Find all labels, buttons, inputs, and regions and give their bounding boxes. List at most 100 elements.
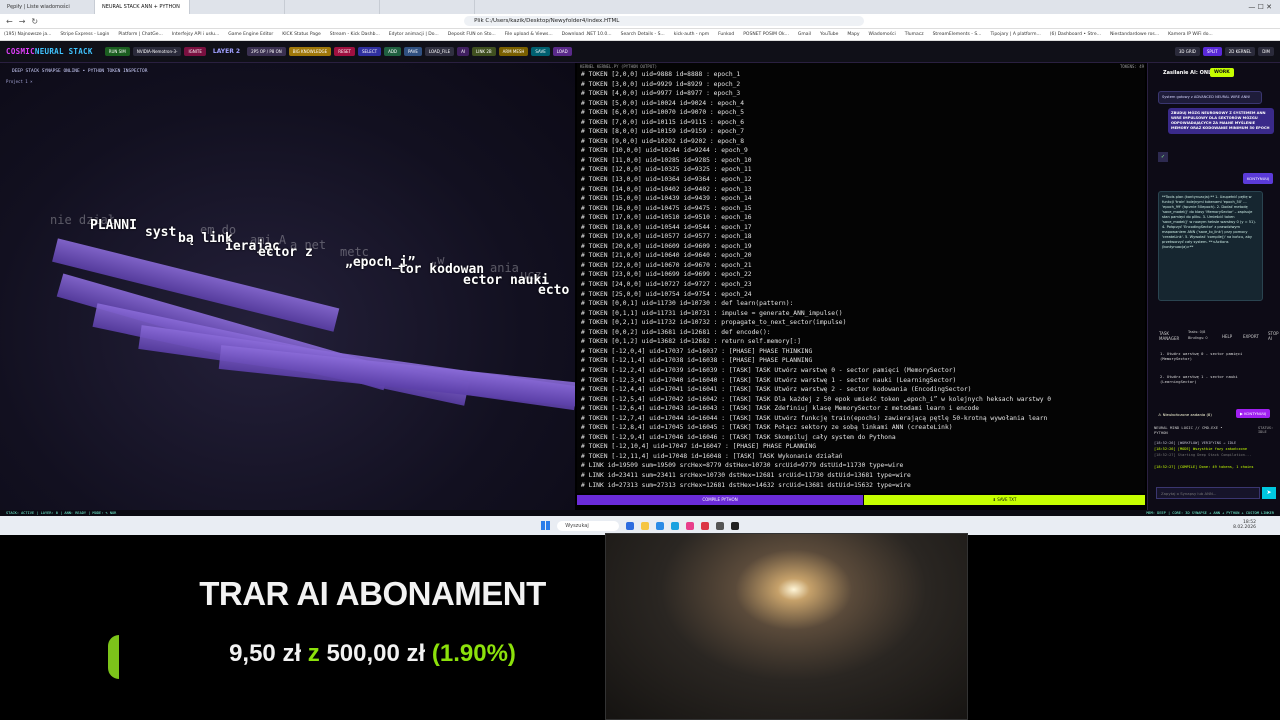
view-button-2d-kernel[interactable]: 2D KERNEL [1224,47,1256,56]
console-line: # TOKEN [-12,0,4] uid=17037 id=16037 : [… [581,347,813,355]
toolbar-button-reset[interactable]: RESET [334,47,356,56]
toolbar-button-add[interactable]: ADD [384,47,401,56]
browser-tab-bar: Pępiły | Liste wiadomości NEURAL STACK A… [0,0,1280,14]
toolbar-button-select[interactable]: SELECT [358,47,382,56]
project-tab[interactable]: Project 1 × [6,79,33,84]
view-button-split[interactable]: SPLIT [1202,47,1222,56]
chat-input[interactable] [1156,487,1260,499]
bookmark-item[interactable]: YouTube [820,32,838,37]
bookmark-item[interactable]: KICK Status Page [282,32,320,37]
bookmark-item[interactable]: Tipojary | A platform... [990,32,1040,37]
window-controls[interactable]: — ☐ ✕ [1240,3,1280,11]
token-label-faded: ania [490,261,519,275]
save-txt-button[interactable]: ⬇ SAVE TXT [864,495,1145,505]
taskbar-search[interactable]: Wyszukaj [557,520,619,531]
bookmark-item[interactable]: Download .NET 10.0... [562,32,612,37]
export-button[interactable]: EXPORT [1243,334,1259,339]
terminal-icon[interactable] [730,521,739,530]
browser-tab[interactable] [285,0,380,14]
continue-button[interactable]: KONTYNUUJ [1243,173,1274,184]
toolbar-button-load[interactable]: LOAD [552,47,572,56]
app-brand: COSMICNEURAL STACK [6,47,93,56]
toolbar-button-ai[interactable]: AI [457,47,470,56]
bookmark-item[interactable]: Gmail [798,32,811,37]
bookmark-item[interactable]: Edytor animacji | Do... [389,32,439,37]
view-button-3d-grid[interactable]: 3D GRID [1174,47,1200,56]
bookmark-item[interactable]: Tłumacz [905,32,924,37]
stop-ai-button[interactable]: STOP AI [1268,331,1280,341]
bookmark-item[interactable]: kick-auth - npm [674,32,709,37]
toolbar-button-save[interactable]: SAVE [531,47,550,56]
bookmark-item[interactable]: Deposit FUN on Sto... [448,32,496,37]
bookmark-item[interactable]: Funkod [718,32,734,37]
bookmark-item[interactable]: File upload & Views... [505,32,553,37]
url-field[interactable]: Plik C:/Users/kazik/Desktop/Newyfolder4/… [464,16,865,26]
taskbar-clock[interactable]: 18:52 8.02.2026 [1233,520,1256,530]
reload-icon[interactable]: ↻ [31,17,38,26]
task-item[interactable]: 1. Utwórz warstwę 0 - sector pamięci (Me… [1160,351,1270,361]
bookmark-item[interactable]: Wiadomości [869,32,896,37]
toolbar-button-load-file[interactable]: LOAD_FILE [424,47,455,56]
system-message: System gotowy z ADVANCED NEURAL WIRE ANN… [1158,91,1262,104]
bookmark-item[interactable]: Game Engine Editor [228,32,273,37]
bookmark-item[interactable]: StreamElements - S... [933,32,982,37]
toolbar-button-link-2b[interactable]: LINK 2B [472,47,496,56]
resume-button[interactable]: ▶ KONTYNUUJ [1236,409,1271,418]
browser-tab[interactable] [190,0,285,14]
back-icon[interactable]: ← [6,17,13,26]
file-explorer-icon[interactable] [640,521,649,530]
task-item[interactable]: 2. Utwórz warstwę 1 - sector nauki (Lear… [1160,374,1270,384]
view-button-dim[interactable]: DIM [1258,47,1274,56]
chrome-icon[interactable] [700,521,709,530]
console-line: # TOKEN [16,0,0] uid=10475 id=9475 : epo… [581,204,752,212]
token-label-faded: nie dział [50,213,116,227]
console-line: # TOKEN [7,0,0] uid=10115 id=9115 : epoc… [581,118,745,126]
bookmark-item[interactable]: Mapy [847,32,859,37]
send-icon[interactable]: ➤ [1262,487,1276,499]
console-line: # LINK id=27313 sum=27313 srcHex=12681 d… [581,481,911,489]
token-label-faded: ucz [520,268,542,282]
toolbar-button-big-knowledge[interactable]: BIG KNOWLEDGE [288,47,332,56]
app-icon[interactable] [685,521,694,530]
toolbar-button-ignite[interactable]: IGNITE [184,47,206,56]
help-button[interactable]: HELP [1222,334,1232,339]
task-view-icon[interactable] [625,521,634,530]
console-line: # TOKEN [22,0,0] uid=10670 id=9670 : epo… [581,261,752,269]
console-line: # TOKEN [-12,9,4] uid=17046 id=16046 : [… [581,433,896,441]
webcam-feed [605,533,968,720]
vscode-icon[interactable] [670,521,679,530]
bookmark-item[interactable]: Platform | ChatGe... [118,32,162,37]
ai-chat-panel: Zasilanie AI: ONLINE WORK System gotowy … [1147,63,1280,510]
compile-python-button[interactable]: COMPILE PYTHON [577,495,863,505]
3d-viewport[interactable]: PLANNI syst bą link ierając ector z „epoch_i”… [0,63,575,510]
edge-icon[interactable] [655,521,664,530]
console-line: # TOKEN [0,0,1] uid=11730 id=10730 : def… [581,300,794,308]
bookmark-item[interactable]: (6) Dashboard • Stre... [1050,32,1101,37]
app-icon[interactable] [715,521,724,530]
toolbar-button-layer-2[interactable]: LAYER 2 [213,48,240,55]
forward-icon[interactable]: → [19,17,26,26]
bookmark-item[interactable]: Search Details - S... [621,32,665,37]
browser-tab[interactable]: Pępiły | Liste wiadomości [0,0,95,14]
bookmark-item[interactable]: (195) Najnowsze ja... [4,32,51,37]
windows-start-icon[interactable] [541,521,551,530]
toolbar-button-run-sim[interactable]: RUN SIM [104,47,130,56]
log-line: [18:52:26] [WORKFLOW] VERIFYING → IDLE [1154,441,1237,445]
browser-tab[interactable] [380,0,475,14]
bookmark-item[interactable]: Niestandardowe ros... [1110,32,1159,37]
bookmark-item[interactable]: Stream - Kick Dashb... [330,32,380,37]
console-line: # TOKEN [-12,8,4] uid=17045 id=16045 : [… [581,424,953,432]
mode-toggle[interactable]: WORK [1210,68,1234,77]
bookmark-item[interactable]: POSNET POSIM Ok... [743,32,789,37]
browser-tab-active[interactable]: NEURAL STACK ANN + PYTHON [95,0,190,14]
console-line: # TOKEN [-12,10,4] uid=17047 id=16047 : … [581,443,817,451]
console-line: # TOKEN [20,0,0] uid=10609 id=9609 : epo… [581,242,752,250]
toolbar-button-arm-mesh[interactable]: ARM MESH [498,47,529,56]
toolbar-button-2p5-op-p8-on[interactable]: 2P5 OP / P8 ON [247,47,286,56]
toolbar-button-nvidia-nemotron-3-[interactable]: NVIDIA-Nemotron-3- [132,47,182,56]
bookmark-item[interactable]: Kamera IP WiFi do... [1168,32,1213,37]
console-line: # TOKEN [13,0,0] uid=10364 id=9364 : epo… [581,176,752,184]
bookmark-item[interactable]: Interfejsy API i usłu... [172,32,219,37]
toolbar-button-pave[interactable]: PAVE [403,47,422,56]
bookmark-item[interactable]: Stripe Express - Login [60,32,109,37]
